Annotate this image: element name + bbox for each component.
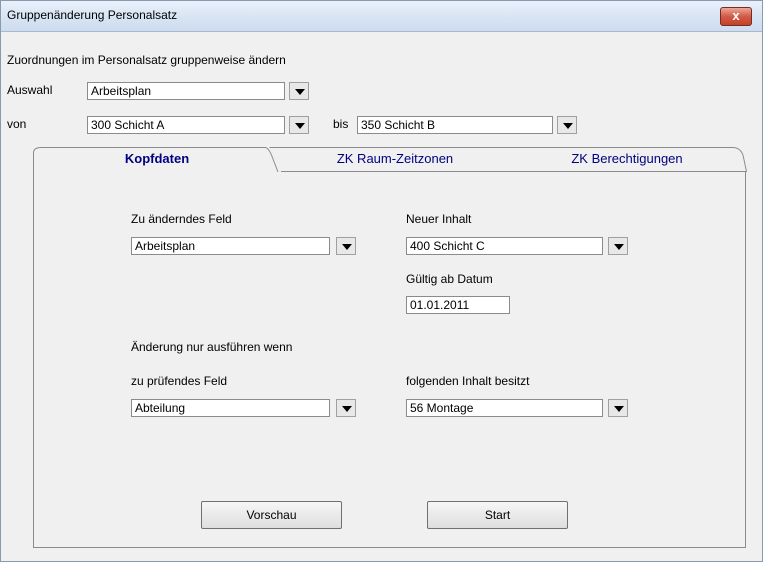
tab-kopfdaten[interactable]: Kopfdaten <box>33 147 281 172</box>
check-content-label: folgenden Inhalt besitzt <box>406 374 530 388</box>
tab-label: ZK Raum-Zeitzonen <box>336 151 454 166</box>
check-field-label: zu prüfendes Feld <box>131 374 228 388</box>
tab-zk-berechtigungen[interactable]: ZK Berechtigungen <box>507 147 747 172</box>
start-button[interactable]: Start <box>427 501 568 529</box>
check-content-select[interactable]: 56 Montage <box>406 399 603 417</box>
bis-label: bis <box>333 117 349 131</box>
tab-panel <box>33 171 746 548</box>
auswahl-select[interactable]: Arbeitsplan <box>87 82 285 100</box>
field-to-change-label: Zu änderndes Feld <box>131 212 232 226</box>
description-text: Zuordnungen im Personalsatz gruppenweise… <box>7 53 286 67</box>
tab-label: Kopfdaten <box>124 151 190 166</box>
check-content-dropdown-button[interactable] <box>608 399 628 417</box>
valid-from-input[interactable]: 01.01.2011 <box>406 296 510 314</box>
new-content-select[interactable]: 400 Schicht C <box>406 237 603 255</box>
dialog-window: Gruppenänderung Personalsatz x Zuordnung… <box>0 0 763 562</box>
von-label: von <box>7 117 27 131</box>
close-button[interactable]: x <box>720 7 752 26</box>
new-content-dropdown-button[interactable] <box>608 237 628 255</box>
new-content-label: Neuer Inhalt <box>406 212 472 226</box>
bis-dropdown-button[interactable] <box>557 116 577 134</box>
field-to-change-dropdown-button[interactable] <box>336 237 356 255</box>
condition-heading: Änderung nur ausführen wenn <box>131 340 293 354</box>
field-to-change-select[interactable]: Arbeitsplan <box>131 237 330 255</box>
auswahl-label: Auswahl <box>7 83 53 97</box>
valid-from-label: Gültig ab Datum <box>406 272 493 286</box>
auswahl-dropdown-button[interactable] <box>289 82 309 100</box>
bis-select[interactable]: 350 Schicht B <box>357 116 553 134</box>
von-dropdown-button[interactable] <box>289 116 309 134</box>
title-bar: Gruppenänderung Personalsatz x <box>1 1 762 32</box>
von-select[interactable]: 300 Schicht A <box>87 116 285 134</box>
preview-button[interactable]: Vorschau <box>201 501 342 529</box>
check-field-select[interactable]: Abteilung <box>131 399 330 417</box>
close-icon: x <box>732 8 740 23</box>
check-field-dropdown-button[interactable] <box>336 399 356 417</box>
tab-label: ZK Berechtigungen <box>571 151 683 166</box>
tab-zk-raum-zeitzonen[interactable]: ZK Raum-Zeitzonen <box>269 147 521 172</box>
window-title: Gruppenänderung Personalsatz <box>7 8 178 22</box>
